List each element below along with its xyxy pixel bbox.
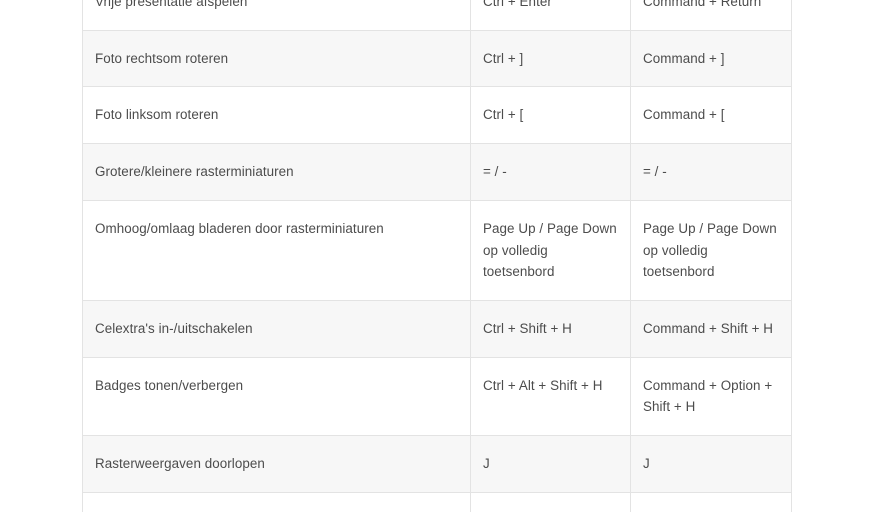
shortcut-action-label: Omhoog/omlaag bladeren door rasterminiat… <box>95 220 384 236</box>
shortcut-windows-cell: Ctrl + Shift + H <box>470 299 631 358</box>
shortcut-mac-cell: Command + ] <box>630 29 792 88</box>
shortcuts-table-viewport: Vrije presentatie afspelen Ctrl + Enter … <box>0 0 874 512</box>
shortcut-mac-label: = / - <box>643 164 667 180</box>
shortcut-windows-label: = / - <box>483 164 507 180</box>
table-row: Grotere/kleinere rasterminiaturen = / - … <box>82 143 792 201</box>
shortcut-windows-label: Ctrl + [ <box>483 107 524 123</box>
shortcut-windows-cell: J <box>470 435 631 493</box>
table-row: Celextra's in-/uitschakelen Ctrl + Shift… <box>82 299 792 358</box>
shortcut-windows-label: J <box>483 456 490 472</box>
table-row: Vrije presentatie afspelen Ctrl + Enter … <box>82 0 792 31</box>
shortcut-action-cell: Badges tonen/verbergen <box>82 356 471 437</box>
table-row: Weergaveopties Bibliotheek openen Ctrl +… <box>82 491 792 512</box>
table-row: Foto linksom roteren Ctrl + [ Command + … <box>82 86 792 145</box>
shortcut-mac-label: Command + Return <box>643 0 762 9</box>
shortcut-mac-label: Command + Option + Shift + H <box>643 377 773 415</box>
shortcut-windows-cell: Ctrl + [ <box>470 86 631 145</box>
shortcut-windows-cell: = / - <box>470 143 631 201</box>
shortcut-mac-label: Command + [ <box>643 107 725 123</box>
shortcut-mac-cell: Page Up / Page Down op volledig toetsenb… <box>630 199 792 301</box>
shortcut-mac-cell: Command + Shift + H <box>630 299 792 358</box>
shortcut-windows-label: Ctrl + Shift + H <box>483 320 572 336</box>
table-row: Rasterweergaven doorlopen J J <box>82 435 792 493</box>
table-row: Omhoog/omlaag bladeren door rasterminiat… <box>82 199 792 301</box>
shortcut-mac-cell: Command + J <box>630 491 792 512</box>
shortcut-action-label: Foto rechtsom roteren <box>95 50 229 66</box>
shortcut-action-label: Foto linksom roteren <box>95 107 219 123</box>
shortcut-mac-label: J <box>643 456 650 472</box>
shortcut-mac-label: Command + ] <box>643 50 725 66</box>
table-row: Badges tonen/verbergen Ctrl + Alt + Shif… <box>82 356 792 437</box>
shortcut-windows-cell: Ctrl + Enter <box>470 0 631 31</box>
shortcut-windows-cell: Ctrl + ] <box>470 29 631 88</box>
shortcut-windows-cell: Ctrl + Alt + Shift + H <box>470 356 631 437</box>
shortcut-action-cell: Weergaveopties Bibliotheek openen <box>82 491 471 512</box>
shortcut-windows-cell: Page Up / Page Down op volledig toetsenb… <box>470 199 631 301</box>
shortcut-action-label: Grotere/kleinere rasterminiaturen <box>95 164 294 180</box>
shortcut-windows-label: Page Up / Page Down op volledig toetsenb… <box>483 220 617 280</box>
shortcut-mac-label: Command + Shift + H <box>643 320 774 336</box>
shortcut-action-cell: Omhoog/omlaag bladeren door rasterminiat… <box>82 199 471 301</box>
shortcut-windows-label: Ctrl + ] <box>483 50 524 66</box>
shortcut-action-label: Badges tonen/verbergen <box>95 377 244 393</box>
shortcut-action-label: Vrije presentatie afspelen <box>95 0 248 9</box>
table-body: Vrije presentatie afspelen Ctrl + Enter … <box>82 0 792 512</box>
shortcut-mac-cell: = / - <box>630 143 792 201</box>
table-row: Foto rechtsom roteren Ctrl + ] Command +… <box>82 29 792 88</box>
shortcut-action-label: Celextra's in-/uitschakelen <box>95 320 253 336</box>
shortcut-action-cell: Foto linksom roteren <box>82 86 471 145</box>
shortcut-action-cell: Vrije presentatie afspelen <box>82 0 471 31</box>
shortcut-windows-label: Ctrl + Alt + Shift + H <box>483 377 603 393</box>
shortcut-action-cell: Rasterweergaven doorlopen <box>82 435 471 493</box>
shortcut-action-cell: Celextra's in-/uitschakelen <box>82 299 471 358</box>
shortcut-mac-cell: Command + [ <box>630 86 792 145</box>
shortcut-mac-cell: J <box>630 435 792 493</box>
shortcut-windows-label: Ctrl + Enter <box>483 0 552 9</box>
keyboard-shortcuts-table: Vrije presentatie afspelen Ctrl + Enter … <box>82 0 792 512</box>
shortcut-windows-cell: Ctrl + J <box>470 491 631 512</box>
shortcut-mac-cell: Command + Return <box>630 0 792 31</box>
shortcut-action-label: Rasterweergaven doorlopen <box>95 456 265 472</box>
shortcut-action-cell: Grotere/kleinere rasterminiaturen <box>82 143 471 201</box>
shortcut-mac-cell: Command + Option + Shift + H <box>630 356 792 437</box>
shortcut-action-cell: Foto rechtsom roteren <box>82 29 471 88</box>
shortcut-mac-label: Page Up / Page Down op volledig toetsenb… <box>643 220 777 280</box>
